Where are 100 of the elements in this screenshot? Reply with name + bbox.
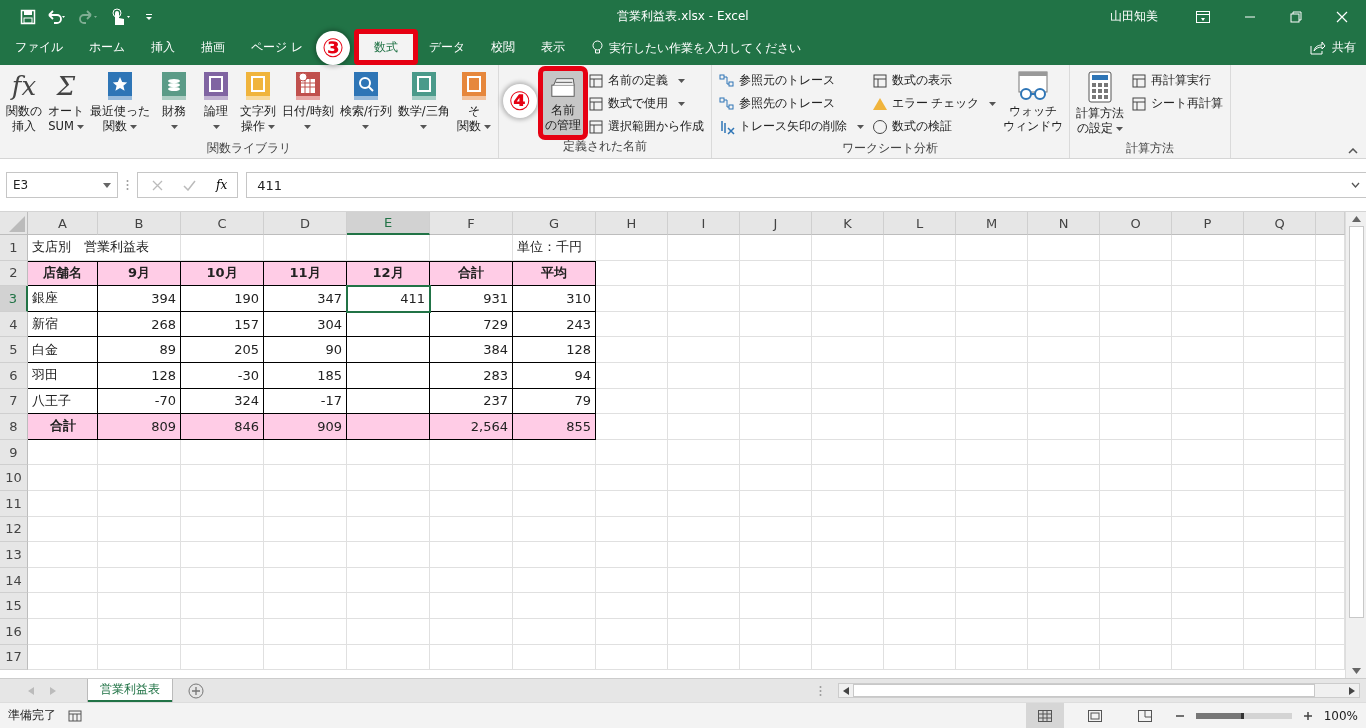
horizontal-scrollbar[interactable]	[838, 683, 1360, 698]
zoom-in-icon[interactable]	[1303, 711, 1312, 720]
ribbon-tab[interactable]: ファイル	[2, 33, 76, 62]
ribbon-button[interactable]: 最近使った 関数	[88, 68, 152, 140]
table-cell[interactable]: 157	[181, 311, 264, 338]
table-cell[interactable]: 190	[181, 286, 264, 312]
macro-record-icon[interactable]	[68, 709, 82, 722]
table-cell[interactable]: 12月	[347, 260, 430, 287]
table-cell[interactable]: 347	[264, 286, 347, 312]
column-header[interactable]: Q	[1244, 212, 1316, 235]
table-cell[interactable]: 11月	[264, 260, 347, 287]
undo-icon[interactable]	[46, 8, 68, 25]
column-header[interactable]: G	[513, 212, 596, 235]
row-header[interactable]: 13	[0, 542, 28, 568]
column-header[interactable]: B	[98, 212, 181, 235]
ribbon-tab[interactable]: 描画	[188, 33, 238, 62]
table-cell[interactable]: 855	[513, 414, 596, 440]
table-cell[interactable]: 平均	[513, 260, 596, 287]
ribbon-button[interactable]: 財務	[154, 68, 194, 140]
redo-icon[interactable]	[78, 8, 100, 25]
row-header[interactable]: 8	[0, 414, 28, 440]
table-cell[interactable]	[347, 311, 430, 338]
ribbon-tab[interactable]: 表示	[527, 33, 578, 62]
row-header[interactable]: 7	[0, 388, 28, 415]
ribbon-tab[interactable]: ページ レ	[238, 33, 316, 62]
column-header[interactable]: E	[347, 212, 430, 235]
ribbon-button[interactable]: 検索/行列	[337, 68, 394, 140]
table-cell[interactable]: 合計	[28, 414, 98, 440]
table-cell[interactable]: 185	[264, 362, 347, 389]
zoom-slider[interactable]	[1195, 712, 1292, 719]
ribbon-tab[interactable]: ホーム	[76, 33, 138, 62]
insert-function-button[interactable]: fx	[216, 178, 228, 192]
column-header[interactable]: D	[264, 212, 347, 235]
table-cell[interactable]: 729	[430, 311, 513, 338]
column-header[interactable]: O	[1100, 212, 1172, 235]
table-cell[interactable]: 809	[98, 414, 181, 440]
share-button[interactable]: 共有	[1304, 33, 1366, 62]
table-cell[interactable]: 羽田	[28, 362, 98, 389]
ribbon-button[interactable]: 再計算実行	[1128, 70, 1227, 91]
ribbon-button[interactable]: 数学/三角	[395, 68, 452, 140]
table-cell[interactable]: 909	[264, 414, 347, 440]
table-cell[interactable]	[347, 362, 430, 389]
table-cell[interactable]: 304	[264, 311, 347, 338]
table-cell[interactable]: 90	[264, 337, 347, 363]
table-cell[interactable]: 128	[98, 362, 181, 389]
table-cell[interactable]: 新宿	[28, 311, 98, 338]
name-box[interactable]: E3	[6, 172, 118, 198]
column-header[interactable]: P	[1172, 212, 1244, 235]
add-sheet-icon[interactable]	[188, 682, 204, 699]
table-cell[interactable]: 単位：千円	[513, 235, 596, 261]
ribbon-button[interactable]: 数式の表示	[868, 70, 1000, 91]
table-cell[interactable]: 846	[181, 414, 264, 440]
scroll-left-icon[interactable]	[843, 686, 849, 695]
customize-toolbar-icon[interactable]	[144, 11, 154, 22]
ribbon-button[interactable]: そ 関数	[453, 68, 494, 140]
row-header[interactable]: 10	[0, 465, 28, 491]
ribbon-button[interactable]: Σ オート SUM	[46, 68, 86, 140]
table-cell[interactable]: 94	[513, 362, 596, 389]
ribbon-tab[interactable]: データ	[415, 33, 478, 62]
table-cell[interactable]: 411	[347, 286, 430, 312]
ribbon-button[interactable]: 数式で使用	[584, 93, 707, 114]
ribbon-button[interactable]: 文字列 操作	[238, 68, 278, 140]
restore-icon[interactable]	[1290, 10, 1302, 23]
user-name[interactable]: 山田知美	[1110, 8, 1158, 25]
row-header[interactable]: 9	[0, 439, 28, 466]
table-cell[interactable]: 白金	[28, 337, 98, 363]
table-cell[interactable]: 合計	[430, 260, 513, 287]
ribbon-button[interactable]: 選択範囲から作成	[584, 116, 707, 137]
row-header[interactable]: 2	[0, 260, 28, 287]
column-header[interactable]: N	[1028, 212, 1100, 235]
column-header[interactable]: M	[956, 212, 1028, 235]
save-icon[interactable]	[20, 8, 36, 25]
row-header[interactable]: 14	[0, 567, 28, 594]
expand-icon[interactable]	[1351, 182, 1360, 188]
cancel-icon[interactable]	[152, 179, 163, 191]
table-cell[interactable]: 283	[430, 362, 513, 389]
ribbon-button[interactable]: シート再計算	[1128, 93, 1227, 114]
ribbon-button[interactable]: ウォッチ ウィンドウ	[1001, 68, 1066, 140]
ribbon-tab[interactable]: 校閲	[477, 33, 528, 62]
table-cell[interactable]: 店舗名	[28, 260, 98, 287]
ribbon-button[interactable]: トレース矢印の削除	[715, 116, 867, 137]
row-header[interactable]: 16	[0, 618, 28, 645]
column-header[interactable]: J	[740, 212, 812, 235]
table-cell[interactable]: 243	[513, 311, 596, 338]
ribbon-button[interactable]: 名前の定義	[584, 70, 707, 91]
select-all-corner[interactable]	[0, 212, 28, 235]
formula-field[interactable]: 411	[246, 172, 1366, 198]
zoom-level[interactable]: 100%	[1323, 708, 1366, 723]
table-cell[interactable]: 銀座	[28, 286, 98, 312]
tell-me-field[interactable]: 実行したい作業を入力してください	[591, 33, 811, 62]
collapse-ribbon-icon[interactable]	[1348, 148, 1358, 154]
row-header[interactable]: 5	[0, 337, 28, 363]
table-cell[interactable]: 128	[513, 337, 596, 363]
ribbon-button[interactable]: 計算方法 の設定	[1074, 68, 1127, 140]
ribbon-tab[interactable]: 数式	[355, 31, 416, 63]
table-cell[interactable]: 268	[98, 311, 181, 338]
scroll-down-icon[interactable]	[1351, 668, 1361, 674]
scroll-up-icon[interactable]	[1351, 216, 1361, 222]
previous-sheet-icon[interactable]	[28, 686, 34, 695]
table-cell[interactable]: 384	[430, 337, 513, 363]
